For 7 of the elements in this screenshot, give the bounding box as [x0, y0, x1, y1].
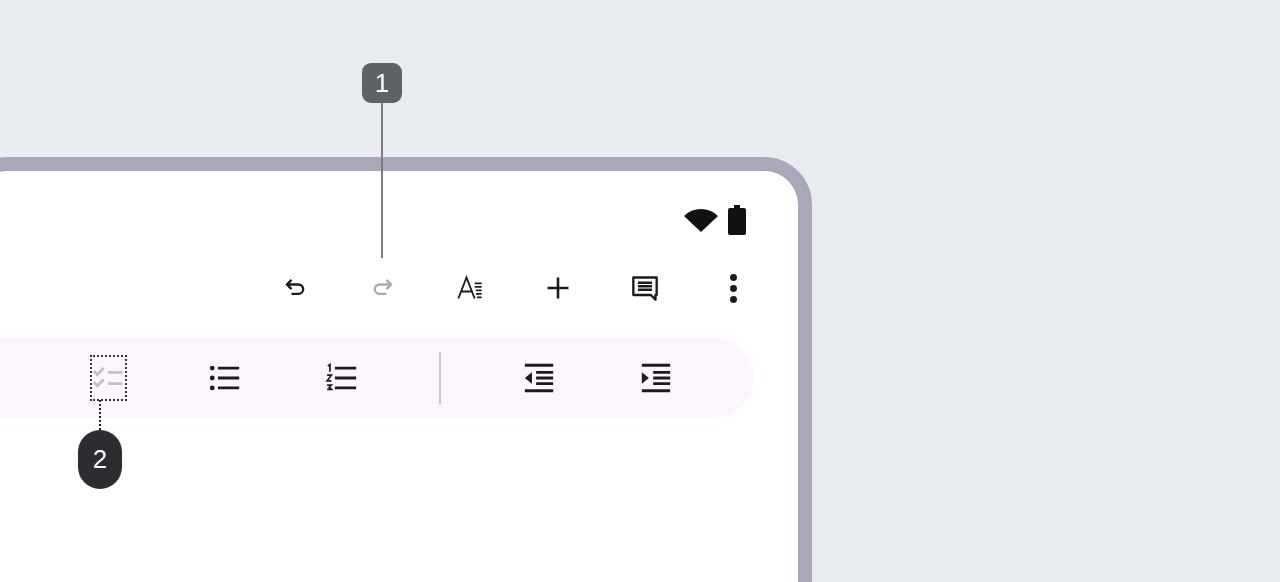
wifi-icon [684, 208, 718, 232]
battery-icon [728, 205, 746, 235]
text-format-icon [456, 274, 485, 302]
more-icon [729, 273, 737, 303]
decrease-indent-icon [522, 361, 556, 395]
callout-badge: 1 [362, 63, 402, 103]
comment-icon [631, 274, 660, 302]
